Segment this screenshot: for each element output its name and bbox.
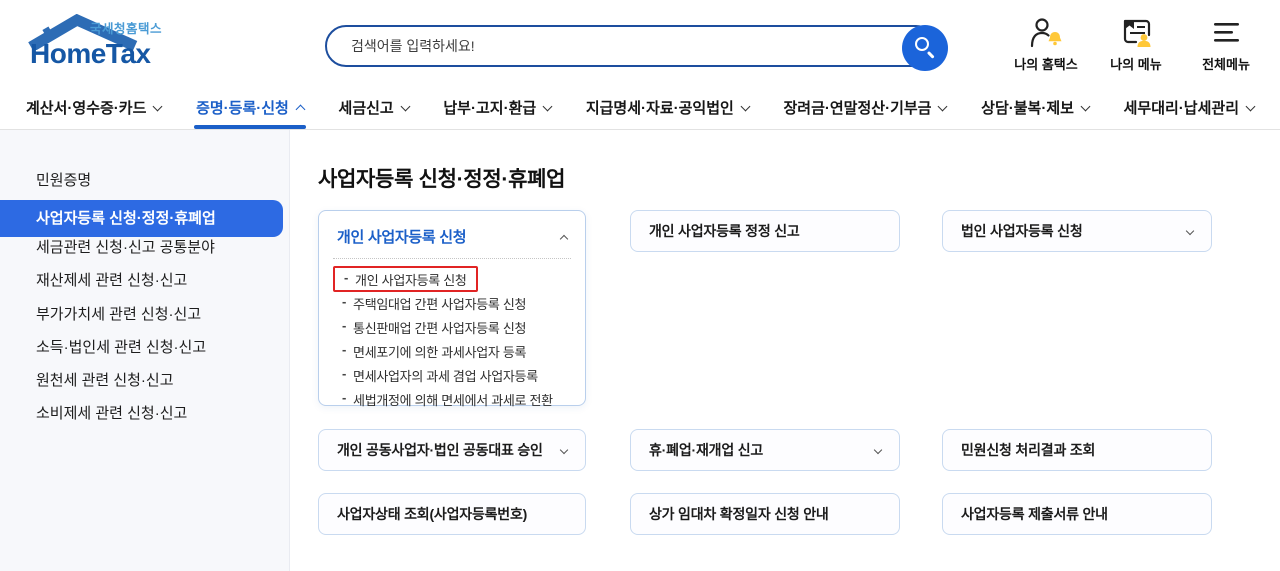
card-civil-request-result[interactable]: 민원신청 처리결과 조회 xyxy=(942,429,1212,471)
quick-menu-label: 나의 홈택스 xyxy=(1014,57,1078,72)
bullet: - xyxy=(342,342,347,357)
accordion-title: 개인 사업자등록 신청 xyxy=(337,229,467,246)
quick-menu-label: 전체메뉴 xyxy=(1202,57,1250,72)
sidebar-item-civil-certificate[interactable]: 민원증명 xyxy=(0,166,289,196)
nav-item-tax-filing[interactable]: 세금신고 xyxy=(338,85,411,129)
search-icon xyxy=(915,37,929,51)
card-personal-registration-expanded: 개인 사업자등록 신청 - 개인 사업자등록 신청 - 주택임대업 간편 사업자… xyxy=(318,210,586,408)
nav-label: 세금신고 xyxy=(338,99,394,117)
card-label: 개인 공동사업자·법인 공동대표 승인 xyxy=(337,442,543,458)
card-business-status-lookup[interactable]: 사업자상태 조회(사업자등록번호) xyxy=(318,493,586,535)
accordion-header[interactable]: 개인 사업자등록 신청 xyxy=(333,224,571,247)
nav-label: 지급명세·자료·공익법인 xyxy=(585,99,734,117)
bullet: - xyxy=(342,390,347,405)
card-label: 사업자등록 제출서류 안내 xyxy=(961,506,1108,522)
nav-label: 상담·불복·제보 xyxy=(981,99,1074,117)
sidebar-item-consumption-tax[interactable]: 소비제세 관련 신청·신고 xyxy=(0,399,289,429)
sidebar-item-withholding-tax[interactable]: 원천세 관련 신청·신고 xyxy=(0,366,289,396)
card-label: 법인 사업자등록 신청 xyxy=(961,223,1083,239)
sublist-label: 주택임대업 간편 사업자등록 신청 xyxy=(353,296,527,312)
nav-item-consult-appeal-report[interactable]: 상담·불복·제보 xyxy=(981,85,1091,129)
chevron-down-icon xyxy=(873,445,883,455)
card-label: 상가 임대차 확정일자 신청 안내 xyxy=(649,506,829,522)
main-nav: 계산서·영수증·카드 증명·등록·신청 세금신고 납부·고지·환급 지급명세·자… xyxy=(0,85,1280,130)
sublist-item-telecom-sales[interactable]: - 통신판매업 간편 사업자등록 신청 xyxy=(333,315,571,339)
sidebar-item-property-tax[interactable]: 재산제세 관련 신청·신고 xyxy=(0,266,289,296)
logo-brand-text: HomeTax xyxy=(30,38,151,69)
hometax-logo[interactable]: 국세청홈택스 HomeTax xyxy=(24,12,174,76)
sublist-item-housing-rental[interactable]: - 주택임대업 간편 사업자등록 신청 xyxy=(333,291,571,315)
sidebar-item-business-registration[interactable]: 사업자등록 신청·정정·휴폐업 xyxy=(0,200,283,237)
card-corporate-registration[interactable]: 법인 사업자등록 신청 xyxy=(942,210,1212,252)
chevron-down-icon xyxy=(1245,101,1256,111)
card-joint-business-approval[interactable]: 개인 공동사업자·법인 공동대표 승인 xyxy=(318,429,586,471)
chevron-up-icon xyxy=(559,234,569,243)
chevron-down-icon xyxy=(1080,101,1091,111)
sublist-item-law-change-conversion[interactable]: - 세법개정에 의해 면세에서 과세로 전환 xyxy=(333,387,571,411)
card-personal-correction[interactable]: 개인 사업자등록 정정 신고 xyxy=(630,210,900,252)
card-label: 사업자상태 조회(사업자등록번호) xyxy=(337,506,528,522)
nav-label: 장려금·연말정산·기부금 xyxy=(783,99,932,117)
chevron-up-icon xyxy=(295,104,306,114)
hamburger-icon xyxy=(1214,23,1239,42)
header-quick-menu: 나의 홈택스 나의 메뉴 전체메뉴 xyxy=(1014,16,1258,73)
card-label: 민원신청 처리결과 조회 xyxy=(961,442,1096,458)
chevron-down-icon xyxy=(740,101,751,111)
search-input[interactable] xyxy=(331,29,881,63)
sidebar-item-tax-common[interactable]: 세금관련 신청·신고 공통분야 xyxy=(0,233,289,263)
nav-label: 증명·등록·신청 xyxy=(196,99,289,117)
search-button[interactable] xyxy=(902,25,948,71)
bullet: - xyxy=(342,294,347,309)
page-title: 사업자등록 신청·정정·휴폐업 xyxy=(318,168,566,191)
chevron-down-icon xyxy=(1185,226,1195,236)
card-label: 휴·폐업·재개업 신고 xyxy=(649,442,764,458)
bullet: - xyxy=(342,366,347,381)
nav-item-invoice-receipt-card[interactable]: 계산서·영수증·카드 xyxy=(26,85,163,129)
chevron-down-icon xyxy=(152,101,163,111)
my-hometax-button[interactable]: 나의 홈택스 xyxy=(1014,16,1078,73)
logo-subtitle: 국세청홈택스 xyxy=(90,22,163,36)
sublist-item-tax-exemption-waiver[interactable]: - 면세포기에 의한 과세사업자 등록 xyxy=(333,339,571,363)
nav-item-statement-data-nonprofit[interactable]: 지급명세·자료·공익법인 xyxy=(585,85,751,129)
accordion-sublist: - 개인 사업자등록 신청 - 주택임대업 간편 사업자등록 신청 - 통신판매… xyxy=(333,266,571,411)
sublist-item-dual-business[interactable]: - 면세사업자의 과세 겸업 사업자등록 xyxy=(333,363,571,387)
my-menu-button[interactable]: 나의 메뉴 xyxy=(1104,16,1168,73)
nav-item-incentive-yearend-donation[interactable]: 장려금·연말정산·기부금 xyxy=(783,85,948,129)
sidebar: 민원증명 사업자등록 신청·정정·휴폐업 세금관련 신청·신고 공통분야 재산제… xyxy=(0,130,290,571)
sublist-label: 통신판매업 간편 사업자등록 신청 xyxy=(353,320,527,336)
card-lease-fixed-date-guide[interactable]: 상가 임대차 확정일자 신청 안내 xyxy=(630,493,900,535)
sublist-item-personal-registration[interactable]: - 개인 사업자등록 신청 xyxy=(333,266,478,292)
hometax-page: 국세청홈택스 HomeTax 나의 홈택스 xyxy=(0,0,1280,571)
sidebar-item-vat[interactable]: 부가가치세 관련 신청·신고 xyxy=(0,300,289,330)
sublist-label: 면세포기에 의한 과세사업자 등록 xyxy=(353,344,527,360)
nav-item-tax-agent-management[interactable]: 세무대리·납세관리 xyxy=(1123,85,1256,129)
memo-person-icon xyxy=(1123,19,1151,47)
bullet: - xyxy=(344,270,349,285)
nav-label: 세무대리·납세관리 xyxy=(1123,99,1239,117)
nav-item-payment-notice-refund[interactable]: 납부·고지·환급 xyxy=(443,85,553,129)
chevron-down-icon xyxy=(542,101,553,111)
card-submission-documents-guide[interactable]: 사업자등록 제출서류 안내 xyxy=(942,493,1212,535)
chevron-down-icon xyxy=(938,101,948,111)
all-menu-button[interactable]: 전체메뉴 xyxy=(1194,16,1258,73)
sublist-label: 개인 사업자등록 신청 xyxy=(355,272,467,288)
sidebar-item-income-corporate-tax[interactable]: 소득·법인세 관련 신청·신고 xyxy=(0,333,289,363)
quick-menu-label: 나의 메뉴 xyxy=(1110,57,1162,72)
search-bar xyxy=(325,25,948,71)
nav-item-certificate-registration[interactable]: 증명·등록·신청 xyxy=(194,85,306,129)
sublist-label: 세법개정에 의해 면세에서 과세로 전환 xyxy=(353,392,553,408)
sublist-label: 면세사업자의 과세 겸업 사업자등록 xyxy=(353,368,538,384)
bullet: - xyxy=(342,318,347,333)
person-bell-icon xyxy=(1030,18,1062,48)
main-content: 사업자등록 신청·정정·휴폐업 개인 사업자등록 신청 - 개인 사업자등록 신… xyxy=(290,130,1280,571)
card-closure-reopen-report[interactable]: 휴·폐업·재개업 신고 xyxy=(630,429,900,471)
chevron-down-icon xyxy=(559,445,569,455)
nav-label: 계산서·영수증·카드 xyxy=(26,99,147,117)
header: 국세청홈택스 HomeTax 나의 홈택스 xyxy=(0,0,1280,85)
card-label: 개인 사업자등록 정정 신고 xyxy=(649,223,800,239)
chevron-down-icon xyxy=(400,101,411,111)
nav-label: 납부·고지·환급 xyxy=(443,99,537,117)
dotted-divider xyxy=(333,258,571,259)
